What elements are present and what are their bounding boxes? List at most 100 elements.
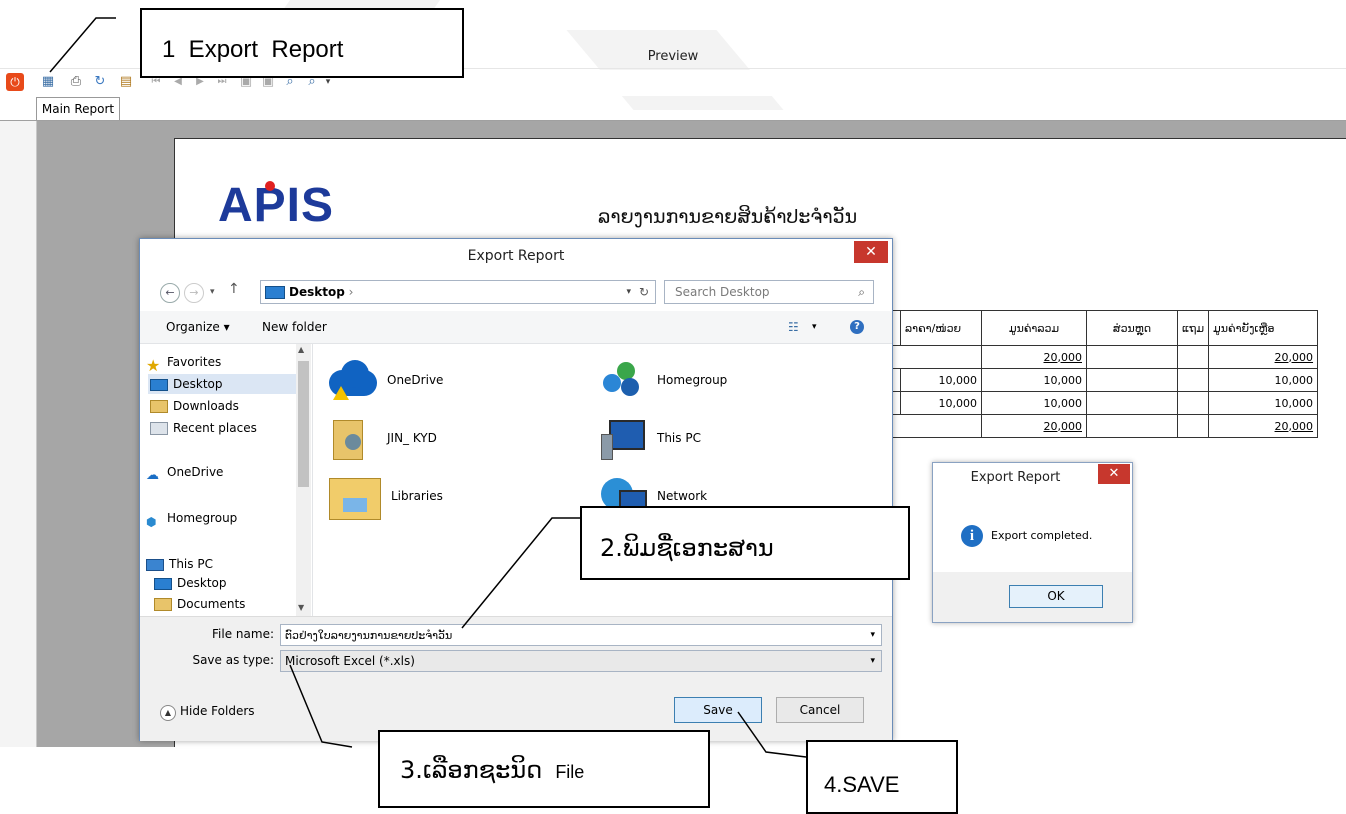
star-icon: ★ [146,355,161,375]
table-cell [882,414,982,438]
export-icon[interactable]: ▦ [40,74,56,90]
computer-icon [146,558,164,571]
file-item-user-folder[interactable]: JIN_ KYD [329,414,437,462]
table-cell: 10,000 [981,368,1087,392]
table-row: 20,000 20,000 [882,345,1319,369]
message-text: Export completed. [991,529,1093,542]
company-logo: APIS [218,179,335,232]
table-header-cell: ມູນຄ່າຍັງເຫຼືອ [1208,310,1319,346]
hide-folders-button[interactable]: Hide Folders [180,704,255,718]
table-cell: 10,000 [1208,391,1319,415]
search-icon: ⌕ [858,285,865,299]
file-item-this-pc[interactable]: This PC [599,414,701,462]
nav-item-label: OneDrive [167,465,224,479]
address-bar[interactable]: Desktop › ▾ ↻ [260,280,656,304]
message-box-title: Export Report [970,470,1061,485]
nav-item-label: Homegroup [167,511,238,525]
report-title: ລາຍງານການຂາຍສິນຄ້າປະຈຳວັນ [598,206,858,228]
nav-this-pc[interactable]: This PC [146,554,213,574]
table-header-row: ຍ ລາຄາ/ໜ່ວຍ ມູນຄ່າລວມ ສ່ວນຫຼຸດ ແຖມ ມູນຄ່… [882,310,1319,346]
cancel-button[interactable]: Cancel [776,697,864,723]
nav-item-label: Documents [177,597,246,611]
file-item-homegroup[interactable]: Homegroup [599,356,727,404]
table-cell: 20,000 [1208,414,1319,438]
desktop-icon [150,378,168,391]
nav-item-label: Favorites [167,355,222,369]
file-name: Homegroup [657,373,728,387]
save-button[interactable]: Save [674,697,762,723]
nav-scrollbar-thumb[interactable] [298,361,309,487]
help-icon[interactable]: ? [850,320,864,334]
table-cell [1176,414,1210,438]
callout-step3: 3.ເລືອກຊະນິດ File [378,730,710,808]
logo-dot [265,181,275,191]
refresh-icon[interactable]: ↻ [92,74,108,90]
table-cell: 20,000 [1208,345,1319,369]
nav-downloads[interactable]: Downloads [150,396,239,416]
file-item-onedrive[interactable]: OneDrive [329,356,443,404]
nav-documents[interactable]: Documents [154,594,245,614]
organize-button[interactable]: Organize ▾ [166,311,230,343]
hide-folders-icon[interactable]: ▲ [160,705,176,721]
message-box: Export Report ✕ i Export completed. OK [932,462,1133,623]
callout-step1: 1 Export Report [140,8,464,78]
refresh-icon[interactable]: ↻ [639,281,649,303]
table-cell: 20,000 [981,414,1087,438]
ok-button[interactable]: OK [1009,585,1103,608]
homegroup-icon: ⬢ [146,514,157,529]
homegroup-icon [599,358,649,402]
save-type-select[interactable]: Microsoft Excel (*.xls) ▾ [280,650,882,672]
nav-pc-desktop[interactable]: Desktop [154,573,227,593]
user-folder-icon [329,416,379,460]
address-dropdown-icon[interactable]: ▾ [626,281,631,303]
file-item-libraries[interactable]: Libraries [329,472,443,520]
onedrive-icon [329,358,379,402]
view-dropdown-icon[interactable]: ▾ [812,311,817,343]
file-name: Network [657,489,708,503]
address-row: ← → ▾ ↑ Desktop › ▾ ↻ Search Desktop ⌕ [140,275,892,309]
close-icon[interactable]: ✕ [1098,464,1130,484]
tab-main-report[interactable]: Main Report [36,97,120,120]
chevron-down-icon[interactable]: ▾ [870,651,875,671]
search-input[interactable]: Search Desktop ⌕ [664,280,874,304]
view-options-icon[interactable]: ☷ [788,311,799,343]
computer-icon [599,416,649,460]
table-header-cell: ແຖມ [1176,310,1210,346]
callout-step3-text: 3.ເລືອກຊະນິດ [400,756,543,784]
file-name-value: ຕົວຢ່າງໃບລາຍງານການຂາຍປະຈຳວັນ [285,629,453,642]
table-row: 20,000 20,000 [882,414,1319,438]
nav-item-label: Recent places [173,421,257,435]
command-bar: Organize ▾ New folder ☷ ▾ ? [140,311,892,344]
table-cell [1176,345,1210,369]
table-cell [882,345,982,369]
tree-toggle-icon[interactable]: ▤ [118,74,134,90]
nav-recent-places[interactable]: Recent places [150,418,257,438]
nav-onedrive[interactable]: ☁ OneDrive [146,462,224,483]
print-icon[interactable]: ⎙ [68,74,84,90]
table-cell: 10,000 [900,368,982,392]
save-type-value: Microsoft Excel (*.xls) [285,654,415,668]
nav-homegroup[interactable]: ⬢ Homegroup [146,508,238,529]
nav-item-label: Desktop [173,377,223,391]
table-cell [1086,391,1178,415]
up-arrow-icon[interactable]: ↑ [228,281,240,297]
scroll-down-icon[interactable]: ▼ [298,603,304,612]
new-folder-button[interactable]: New folder [262,311,327,343]
scroll-up-icon[interactable]: ▲ [298,345,304,354]
nav-favorites[interactable]: ★ Favorites [146,352,222,375]
table-row: 10,000 10,000 10,000 [882,368,1319,392]
documents-folder-icon [154,598,172,611]
address-path: Desktop [289,285,345,299]
recent-dropdown-icon[interactable]: ▾ [210,283,215,301]
close-icon[interactable]: ✕ [854,241,888,263]
power-icon[interactable]: ⏻ [6,73,24,91]
table-cell [1086,345,1178,369]
file-name-field[interactable]: ຕົວຢ່າງໃບລາຍງານການຂາຍປະຈຳວັນ ▾ [280,624,882,646]
chevron-down-icon[interactable]: ▾ [870,625,875,645]
forward-arrow-icon[interactable]: → [184,283,204,303]
desktop-icon [265,286,285,299]
back-arrow-icon[interactable]: ← [160,283,180,303]
table-row: 10,000 10,000 10,000 [882,391,1319,415]
nav-desktop-selected[interactable]: Desktop [148,374,296,394]
export-dialog: Export Report ✕ ← → ▾ ↑ Desktop › ▾ ↻ Se… [139,238,893,741]
